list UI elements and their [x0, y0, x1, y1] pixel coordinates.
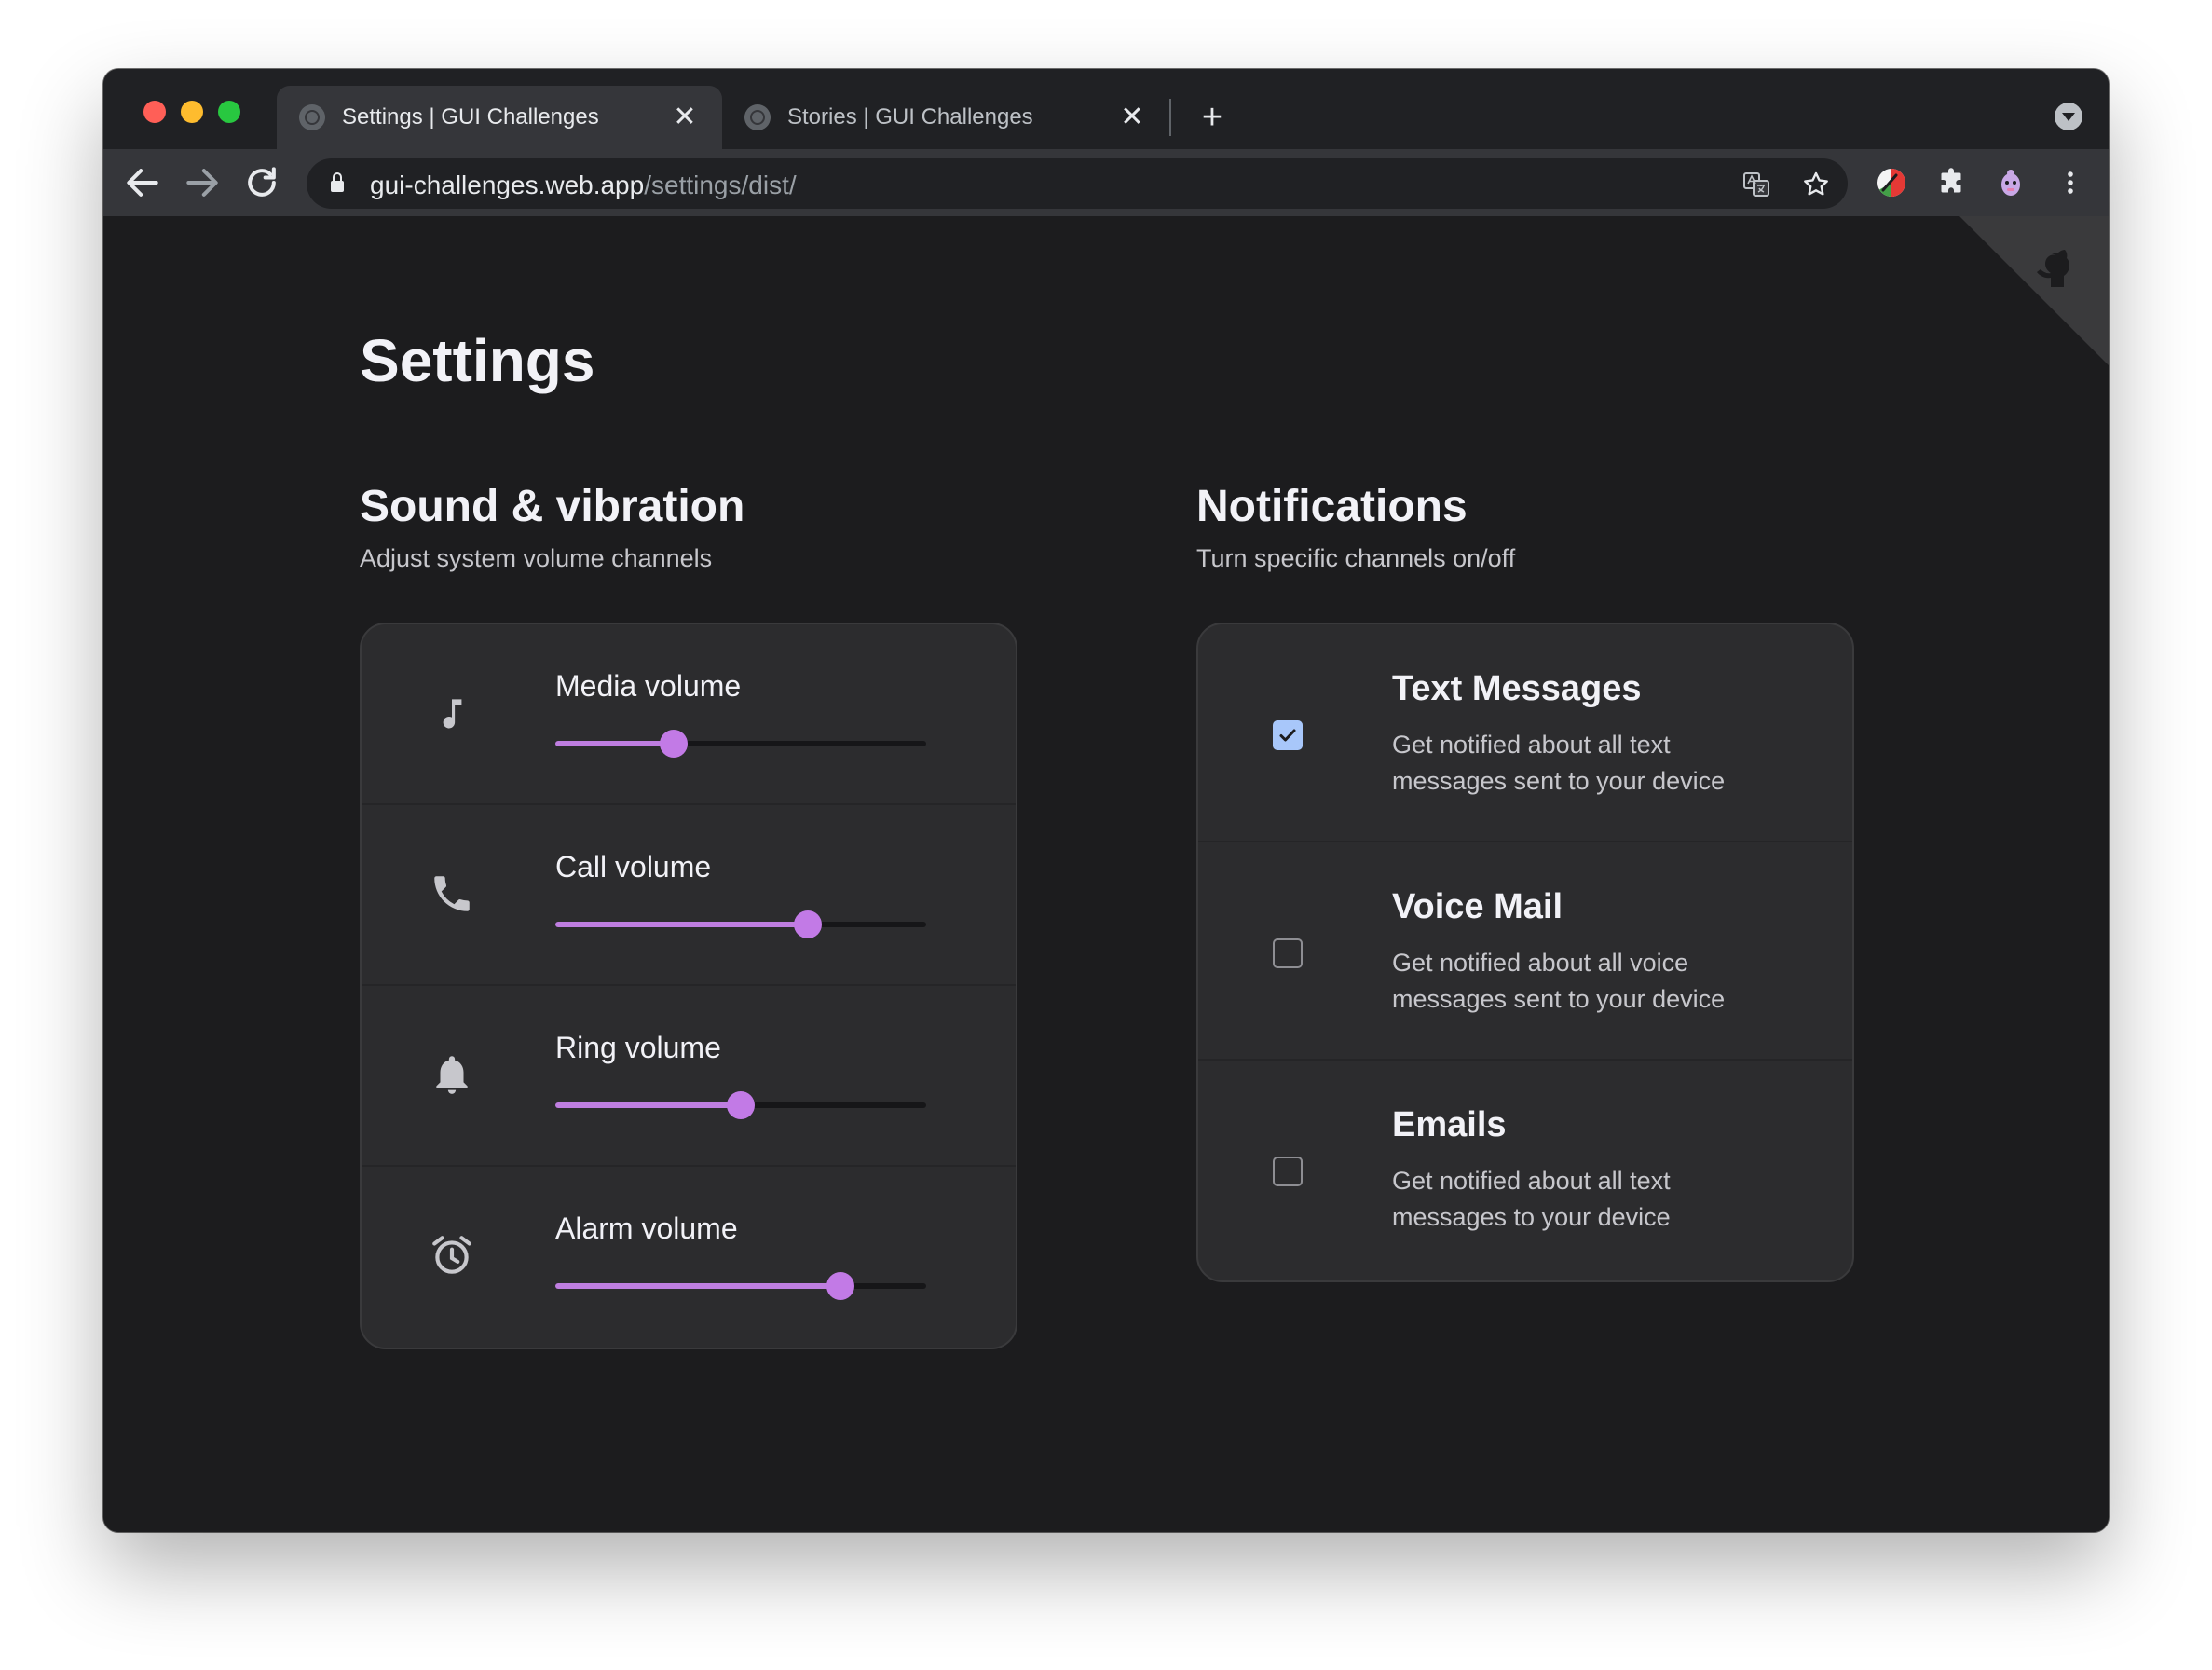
slider-fill	[555, 1102, 741, 1108]
notification-description: Get notified about all text messages sen…	[1392, 731, 1726, 795]
notification-description: Get notified about all voice messages se…	[1392, 949, 1726, 1013]
volume-row-ring: Ring volume	[362, 986, 1016, 1167]
phone-icon	[434, 876, 470, 911]
notification-title: Emails	[1392, 1105, 1507, 1144]
star-icon[interactable]	[1801, 170, 1831, 199]
checkmark-icon	[1279, 729, 1296, 742]
notifications-section-subtitle: Turn specific channels on/off	[1196, 544, 1516, 572]
notification-description: Get notified about all text messages to …	[1392, 1167, 1671, 1231]
tab-settings[interactable]: Settings | GUI Challenges ✕	[277, 86, 722, 149]
alarm-clock-icon	[432, 1236, 471, 1274]
sound-section-subtitle: Adjust system volume channels	[360, 544, 713, 572]
tab-title: Stories | GUI Challenges	[787, 104, 1033, 130]
notification-row-text-messages: Text Messages Get notified about all tex…	[1198, 624, 1852, 842]
new-tab-button[interactable]: +	[1192, 97, 1233, 138]
slider-fill	[555, 922, 808, 927]
volume-row-media: Media volume	[362, 624, 1016, 805]
volume-label: Ring volume	[555, 1031, 721, 1064]
volume-row-alarm: Alarm volume	[362, 1167, 1016, 1348]
url-text[interactable]: gui-challenges.web.app/settings/dist/	[370, 171, 797, 200]
page-title: Settings	[360, 327, 595, 394]
slider-thumb[interactable]	[660, 730, 689, 758]
translate-icon[interactable]	[1741, 170, 1771, 199]
url-host: gui-challenges.web.app	[370, 171, 645, 199]
ring-volume-slider[interactable]	[555, 1088, 926, 1122]
slider-fill	[555, 1283, 841, 1289]
alarm-volume-slider[interactable]	[555, 1269, 926, 1303]
github-icon[interactable]	[1959, 216, 2109, 365]
tab-stories[interactable]: Stories | GUI Challenges ✕	[722, 86, 1169, 149]
tab-search-icon[interactable]	[2055, 103, 2082, 130]
voice-mail-checkbox[interactable]	[1273, 938, 1303, 968]
notification-title: Text Messages	[1392, 669, 1642, 708]
tab-close-icon[interactable]: ✕	[670, 103, 700, 132]
window-maximize-button[interactable]	[218, 101, 240, 123]
tab-strip: Settings | GUI Challenges ✕ Stories | GU…	[103, 69, 2109, 149]
more-vertical-icon[interactable]	[2054, 166, 2087, 199]
globe-icon	[299, 104, 325, 130]
tab-separator	[1169, 99, 1171, 136]
sound-card: Media volume Call volume Ring volume Ala…	[360, 623, 1017, 1349]
notification-title: Voice Mail	[1392, 887, 1563, 926]
media-volume-slider[interactable]	[555, 727, 926, 760]
volume-label: Alarm volume	[555, 1211, 738, 1245]
notifications-card: Text Messages Get notified about all tex…	[1196, 623, 1854, 1282]
tab-title: Settings | GUI Challenges	[342, 104, 599, 130]
emails-checkbox[interactable]	[1273, 1157, 1303, 1186]
volume-row-call: Call volume	[362, 805, 1016, 986]
profile-avatar-icon[interactable]	[1994, 166, 2028, 199]
call-volume-slider[interactable]	[555, 908, 926, 941]
window-close-button[interactable]	[143, 101, 166, 123]
notification-row-emails: Emails Get notified about all text messa…	[1198, 1061, 1852, 1279]
browser-window: Settings | GUI Challenges ✕ Stories | GU…	[103, 69, 2109, 1532]
reload-icon[interactable]	[241, 162, 282, 203]
sound-section-title: Sound & vibration	[360, 482, 745, 531]
slider-thumb[interactable]	[793, 910, 822, 938]
puzzle-icon[interactable]	[1934, 166, 1968, 199]
slider-thumb[interactable]	[727, 1091, 755, 1119]
url-path: /settings/dist/	[644, 171, 797, 199]
slider-fill	[555, 741, 675, 746]
volume-label: Media volume	[555, 669, 742, 703]
text-messages-checkbox[interactable]	[1273, 720, 1303, 750]
bell-icon	[436, 1056, 468, 1094]
volume-label: Call volume	[555, 850, 712, 883]
notifications-section-title: Notifications	[1196, 482, 1468, 531]
tab-close-icon[interactable]: ✕	[1117, 103, 1147, 132]
notification-row-voice-mail: Voice Mail Get notified about all voice …	[1198, 842, 1852, 1061]
music-note-icon	[443, 699, 462, 729]
address-bar[interactable]: gui-challenges.web.app/settings/dist/	[307, 158, 1848, 209]
lock-icon[interactable]	[331, 172, 344, 192]
extension-color-icon[interactable]	[1875, 166, 1908, 199]
slider-thumb[interactable]	[826, 1272, 855, 1300]
browser-toolbar: gui-challenges.web.app/settings/dist/	[103, 149, 2109, 217]
window-minimize-button[interactable]	[181, 101, 203, 123]
page-content: Settings Sound & vibration Adjust system…	[103, 216, 2109, 1532]
back-arrow-icon[interactable]	[122, 162, 163, 203]
globe-icon	[744, 104, 771, 130]
forward-arrow-icon[interactable]	[182, 162, 223, 203]
